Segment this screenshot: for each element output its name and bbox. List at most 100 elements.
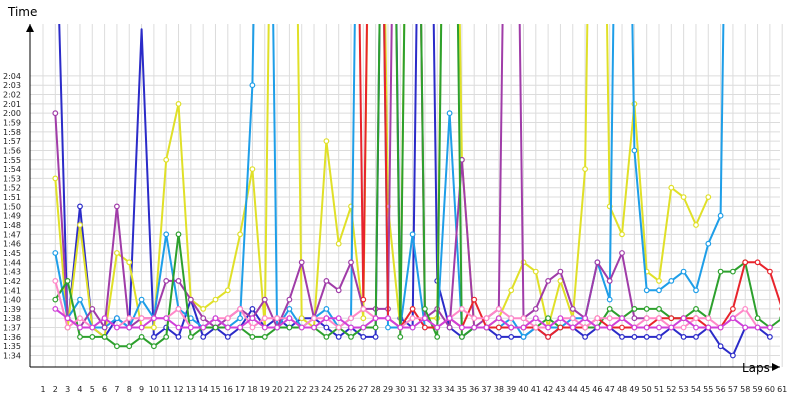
data-point xyxy=(459,306,465,312)
data-point xyxy=(471,315,478,322)
y-axis-title: Time xyxy=(7,5,37,19)
y-tick-label: 1:43 xyxy=(3,268,21,277)
data-point xyxy=(286,296,293,303)
data-point xyxy=(138,334,145,340)
data-point xyxy=(606,306,613,312)
data-point xyxy=(742,324,749,331)
data-point xyxy=(619,334,625,340)
data-point xyxy=(631,147,638,154)
data-point xyxy=(126,259,133,266)
data-point xyxy=(643,287,650,294)
data-point xyxy=(409,231,416,238)
data-point xyxy=(631,315,638,322)
data-point xyxy=(730,352,736,359)
data-point xyxy=(606,324,613,331)
data-point xyxy=(311,324,317,331)
data-point xyxy=(126,343,133,350)
data-point xyxy=(323,138,330,145)
data-point xyxy=(163,231,170,238)
y-tick-label: 1:37 xyxy=(3,324,21,333)
y-axis-arrow xyxy=(26,24,34,32)
x-tick-label: 17 xyxy=(235,385,245,394)
data-point xyxy=(348,259,354,266)
data-point xyxy=(532,315,539,322)
data-point xyxy=(101,315,108,322)
data-point xyxy=(532,306,539,312)
data-point xyxy=(767,334,773,340)
x-tick-label: 49 xyxy=(629,385,639,394)
data-point xyxy=(767,268,773,275)
x-tick-label: 22 xyxy=(297,385,307,394)
x-tick-label: 13 xyxy=(186,385,196,394)
data-point xyxy=(126,315,133,322)
y-tick-label: 1:40 xyxy=(3,296,21,305)
x-tick-label: 42 xyxy=(543,385,553,394)
x-tick-label: 16 xyxy=(223,385,233,394)
lap-time-chart: 1:341:351:361:371:381:391:401:411:421:43… xyxy=(3,5,787,394)
y-tick-label: 1:48 xyxy=(3,221,21,230)
x-tick-label: 11 xyxy=(161,385,171,394)
data-point xyxy=(212,324,219,331)
data-point xyxy=(754,315,761,322)
x-tick-label: 37 xyxy=(481,385,491,394)
data-point xyxy=(656,306,662,312)
data-point xyxy=(323,324,330,331)
y-tick-label: 1:44 xyxy=(3,258,21,267)
data-point xyxy=(483,315,490,322)
x-tick-label: 6 xyxy=(102,385,107,394)
y-tick-label: 1:55 xyxy=(3,156,21,165)
data-point xyxy=(532,324,539,331)
data-point xyxy=(323,278,330,284)
data-point xyxy=(594,315,601,322)
data-point xyxy=(668,324,675,331)
x-tick-label: 54 xyxy=(691,385,701,394)
x-tick-label: 29 xyxy=(383,385,393,394)
data-point xyxy=(274,315,281,322)
x-axis-title: Laps xyxy=(742,361,770,375)
x-tick-label: 1 xyxy=(40,385,45,394)
data-point xyxy=(693,222,699,228)
data-point xyxy=(545,315,551,322)
data-point xyxy=(249,315,256,322)
data-point xyxy=(742,259,749,266)
data-point xyxy=(150,324,157,331)
x-tick-label: 53 xyxy=(679,385,689,394)
x-tick-label: 35 xyxy=(457,385,467,394)
data-point xyxy=(631,334,638,340)
y-tick-label: 1:49 xyxy=(3,212,21,221)
data-point xyxy=(249,166,256,173)
data-point xyxy=(619,231,625,238)
y-tick-label: 1:41 xyxy=(3,286,21,295)
data-point xyxy=(348,324,354,331)
data-point xyxy=(113,343,120,350)
x-tick-label: 55 xyxy=(703,385,713,394)
x-tick-labels: 1 2 3 4 5 6 7 8 9 10 11 12 13 14 15 16 17 18 19 20 21 22 23 24 2… xyxy=(40,385,787,394)
x-tick-label: 2 xyxy=(53,385,58,394)
y-tick-label: 1:38 xyxy=(3,314,21,323)
data-point xyxy=(200,315,207,322)
data-point xyxy=(360,315,367,322)
x-tick-label: 31 xyxy=(408,385,418,394)
y-tick-label: 1:53 xyxy=(3,174,21,183)
y-tick-label: 2:02 xyxy=(3,91,21,100)
data-point xyxy=(224,287,231,294)
x-tick-label: 27 xyxy=(358,385,368,394)
y-tick-label: 1:46 xyxy=(3,240,21,249)
data-point xyxy=(64,324,71,331)
data-point xyxy=(200,306,207,312)
data-point xyxy=(64,278,71,284)
x-tick-label: 45 xyxy=(580,385,590,394)
x-tick-label: 39 xyxy=(506,385,516,394)
x-tick-label: 33 xyxy=(432,385,442,394)
data-point xyxy=(520,324,527,331)
data-point xyxy=(187,324,194,331)
data-point xyxy=(175,231,182,238)
data-point xyxy=(261,296,268,303)
data-point xyxy=(335,315,342,322)
x-tick-label: 30 xyxy=(395,385,405,394)
y-tick-labels: 1:341:351:361:371:381:391:401:411:421:43… xyxy=(3,72,21,361)
data-point xyxy=(754,259,761,266)
data-point xyxy=(77,296,83,303)
data-point xyxy=(643,315,650,322)
data-point xyxy=(274,324,281,331)
